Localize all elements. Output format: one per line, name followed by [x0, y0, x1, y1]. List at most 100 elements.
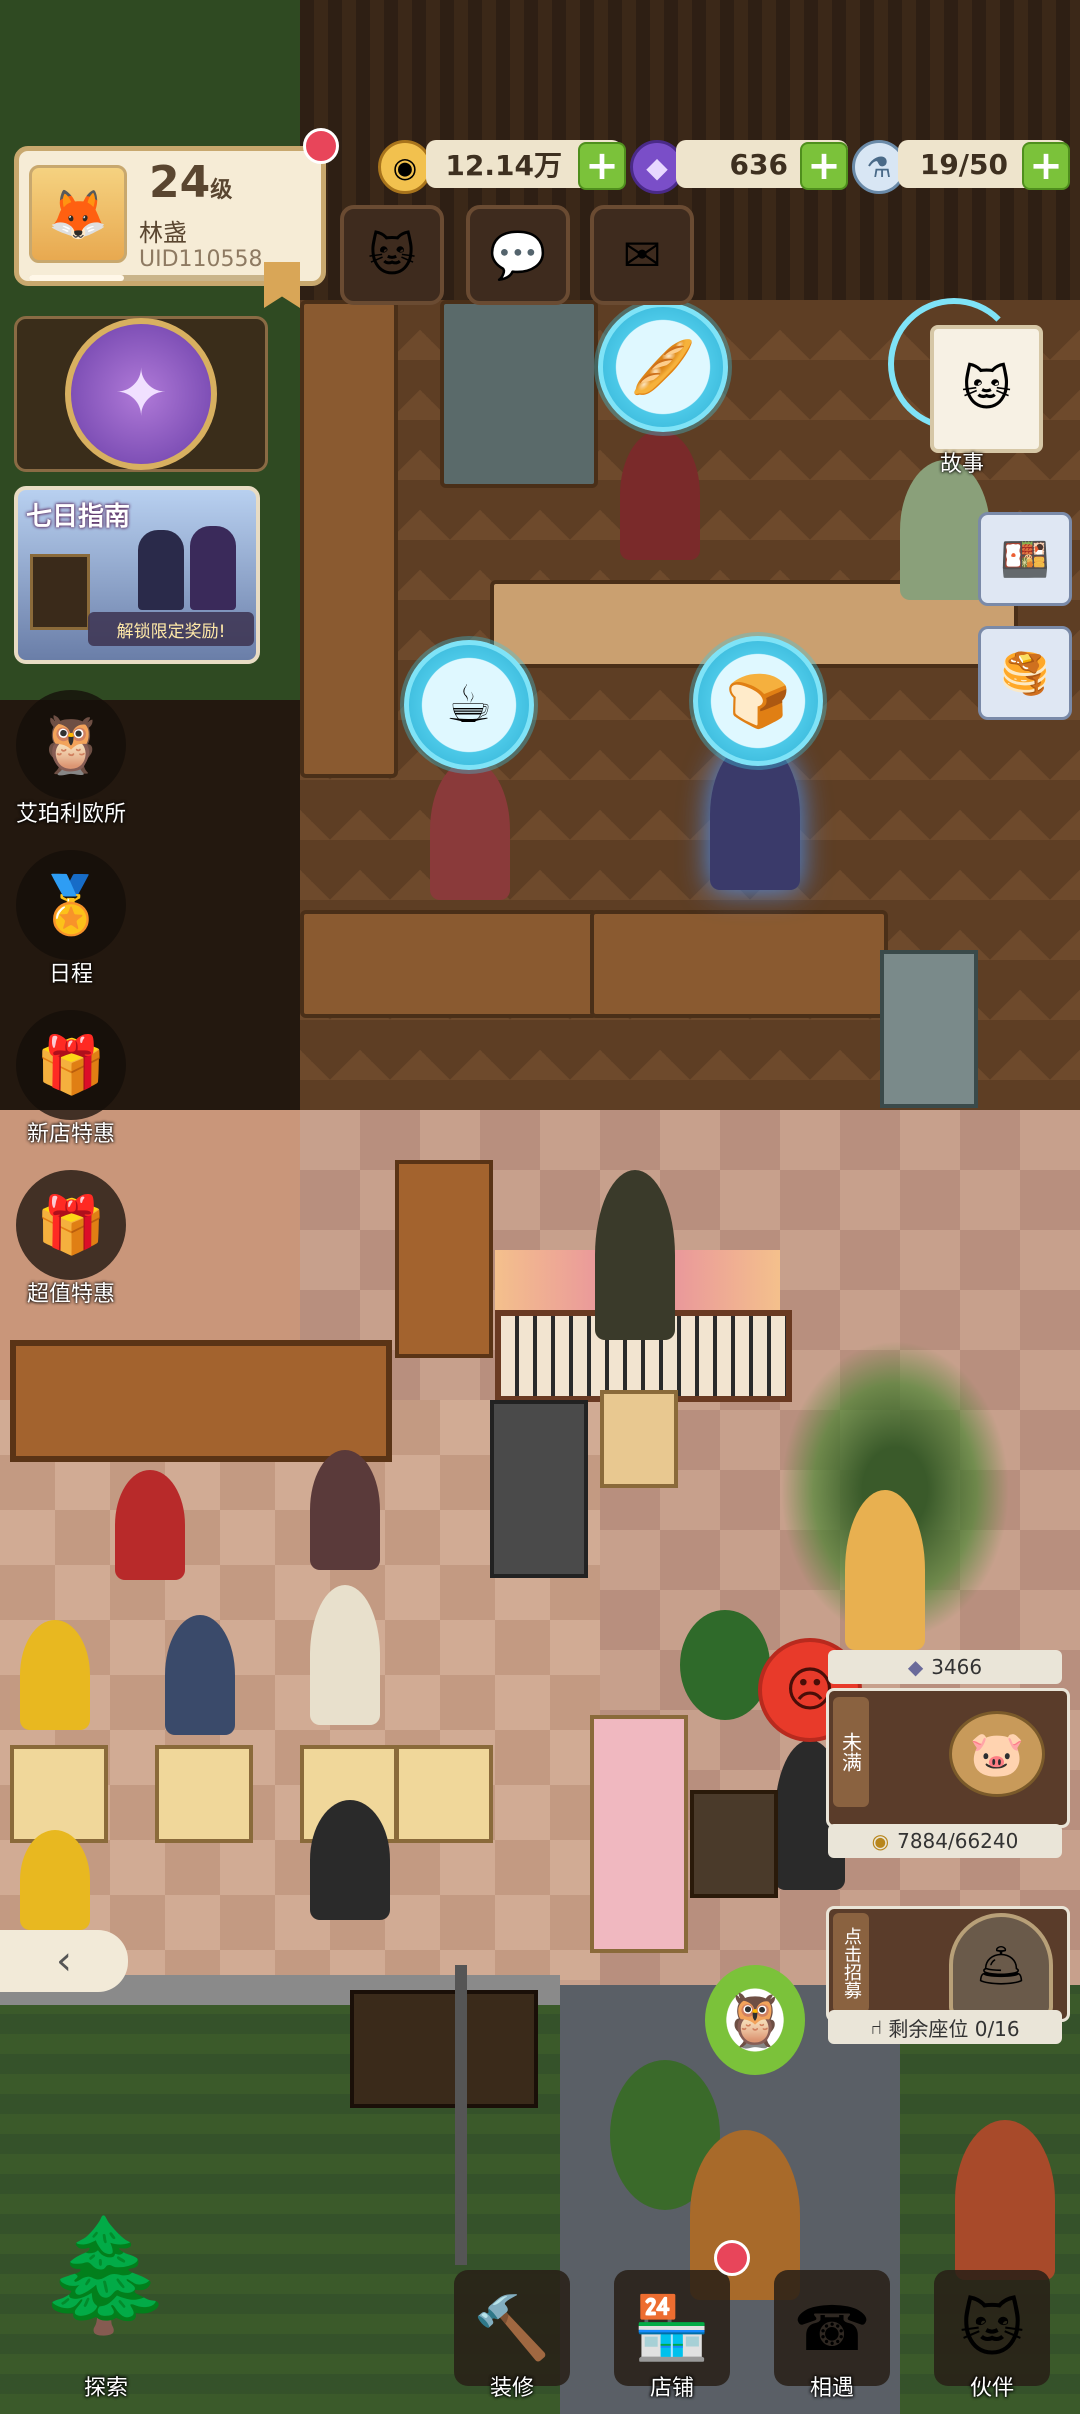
- pancake-icon: 🥞: [1000, 650, 1050, 697]
- kitchen-side-counter: [300, 300, 398, 778]
- customer-character[interactable]: [310, 1800, 390, 1920]
- seats-pill: ⑁ 剩余座位 0/16: [828, 2010, 1062, 2044]
- visitor-character[interactable]: [955, 2120, 1055, 2280]
- customer-character[interactable]: [310, 1450, 380, 1570]
- dining-table[interactable]: [395, 1745, 493, 1843]
- order-bubble-toast[interactable]: 🍞: [693, 636, 823, 766]
- avatar[interactable]: 🦊: [29, 165, 127, 263]
- player-name: 林盏: [139, 219, 187, 247]
- display-stand: [880, 950, 978, 1108]
- schedule-button[interactable]: 🏅: [16, 850, 126, 960]
- collapse-tab-button[interactable]: ‹: [0, 1930, 128, 1992]
- bread-icon: 🥖: [630, 337, 696, 398]
- customer-character[interactable]: [310, 1585, 380, 1725]
- storefront-icon: 🏪: [633, 2291, 711, 2364]
- recruit-tag: 点击招募: [833, 1913, 869, 2013]
- owl-detective-icon: 🦉: [36, 713, 106, 778]
- guide-character: [138, 530, 184, 610]
- barista-character[interactable]: [430, 760, 510, 900]
- pinwheel-map-icon: 🌲: [36, 2210, 174, 2339]
- shop-button[interactable]: 🏪: [614, 2270, 730, 2386]
- recipe-icon: 🍱: [1000, 536, 1050, 583]
- gem-amount: 636: [729, 147, 788, 181]
- badge-icon: 🏅: [36, 873, 106, 938]
- customer-character[interactable]: [20, 1830, 90, 1930]
- gift-blue-icon: 🎁: [36, 1193, 106, 1258]
- special-guest-character[interactable]: [845, 1490, 925, 1650]
- xp-bar: [29, 275, 299, 281]
- add-gems-button[interactable]: +: [800, 142, 848, 190]
- potted-tree: [680, 1610, 770, 1720]
- status-tag: 未满: [833, 1697, 869, 1807]
- notice-board: [690, 1790, 778, 1898]
- popularity-value: 3466: [931, 1655, 983, 1679]
- seat-icon: ⑁: [870, 2015, 883, 2039]
- player-uid: UID110558: [139, 247, 263, 272]
- partner-label: 伙伴: [969, 2376, 1014, 2401]
- chef-character[interactable]: [620, 430, 700, 560]
- coin-pot-card[interactable]: 未满 🐷: [826, 1688, 1070, 1828]
- chat-icon: 💬: [489, 227, 547, 282]
- chalkboard-icon: [30, 554, 90, 630]
- dining-table-long[interactable]: [590, 1715, 688, 1953]
- dining-table[interactable]: [10, 1745, 108, 1843]
- owl-agency-button[interactable]: 🦉: [16, 690, 126, 800]
- explore-label: 探索: [83, 2376, 128, 2401]
- level-suffix: 级: [210, 178, 233, 203]
- add-coins-button[interactable]: +: [578, 142, 626, 190]
- add-energy-button[interactable]: +: [1022, 142, 1070, 190]
- bookshelf: [395, 1160, 493, 1358]
- cat-card-icon: 🐱: [961, 361, 1012, 417]
- energy-amount: 19/50: [919, 147, 1008, 181]
- partner-button[interactable]: 🐱: [934, 2270, 1050, 2386]
- meet-label: 相遇: [809, 2376, 854, 2401]
- order-bubble-coffee[interactable]: ☕: [404, 640, 534, 770]
- value-deal-button[interactable]: 🎁: [16, 1170, 126, 1280]
- coin-amount: 12.14万: [445, 149, 562, 182]
- lamp-post: [455, 1965, 467, 2265]
- customer-character[interactable]: [115, 1470, 185, 1580]
- order-bubble-bread[interactable]: 🥖: [598, 302, 728, 432]
- chevron-left-icon: ‹: [56, 1938, 72, 1984]
- renovate-label: 装修: [489, 2376, 534, 2401]
- renovate-button[interactable]: 🔨: [454, 2270, 570, 2386]
- pianist-character[interactable]: [595, 1170, 675, 1340]
- stool: [600, 1390, 678, 1488]
- shop-label: 店铺: [649, 2376, 694, 2401]
- owl-helper-icon[interactable]: 🦉: [705, 1965, 805, 2075]
- bar-counter: [10, 1340, 392, 1462]
- gem-small-icon: ◆: [907, 1655, 924, 1679]
- recruit-card[interactable]: 点击招募 🛎: [826, 1906, 1070, 2022]
- waiter-character[interactable]: [900, 460, 990, 600]
- fridge: [440, 300, 598, 488]
- notification-dot: [303, 128, 339, 164]
- coin-icon: ◉: [378, 140, 432, 194]
- player-level: 24级: [149, 157, 232, 208]
- service-bell-icon: 🛎: [949, 1913, 1053, 2017]
- new-shop-deal-label: 新店特惠: [26, 1122, 115, 1147]
- owl-agency-label: 艾珀利欧所: [15, 802, 126, 827]
- recipe-card-button[interactable]: 🍱: [978, 512, 1072, 606]
- pancake-card-button[interactable]: 🥞: [978, 626, 1072, 720]
- seven-day-guide-button[interactable]: 七日指南 解锁限定奖励!: [14, 486, 260, 664]
- dining-table[interactable]: [155, 1745, 253, 1843]
- popularity-pill: ◆ 3466: [828, 1650, 1062, 1684]
- mail-button[interactable]: ✉: [590, 205, 694, 305]
- value-deal-label: 超值特惠: [26, 1282, 115, 1307]
- seats-value: 剩余座位 0/16: [888, 2016, 1020, 2041]
- customer-character[interactable]: [165, 1615, 235, 1735]
- xp-bar-fill: [29, 275, 124, 281]
- customer-character[interactable]: [20, 1620, 90, 1730]
- shop-notification-dot: [714, 2240, 750, 2276]
- explore-button[interactable]: 🌲: [10, 2180, 200, 2370]
- meet-button[interactable]: ☎: [774, 2270, 890, 2386]
- friends-button[interactable]: 🐱: [340, 205, 444, 305]
- coin-progress-value: 7884/66240: [897, 1829, 1019, 1853]
- cat-card-icon: 🐱: [959, 2291, 1025, 2365]
- story-button[interactable]: 🐱: [930, 325, 1043, 453]
- event-medal-button[interactable]: ✦: [14, 316, 268, 472]
- serving-counter-right: [590, 910, 888, 1018]
- new-shop-deal-button[interactable]: 🎁: [16, 1010, 126, 1120]
- chat-button[interactable]: 💬: [466, 205, 570, 305]
- coffee-icon: ☕: [445, 675, 493, 735]
